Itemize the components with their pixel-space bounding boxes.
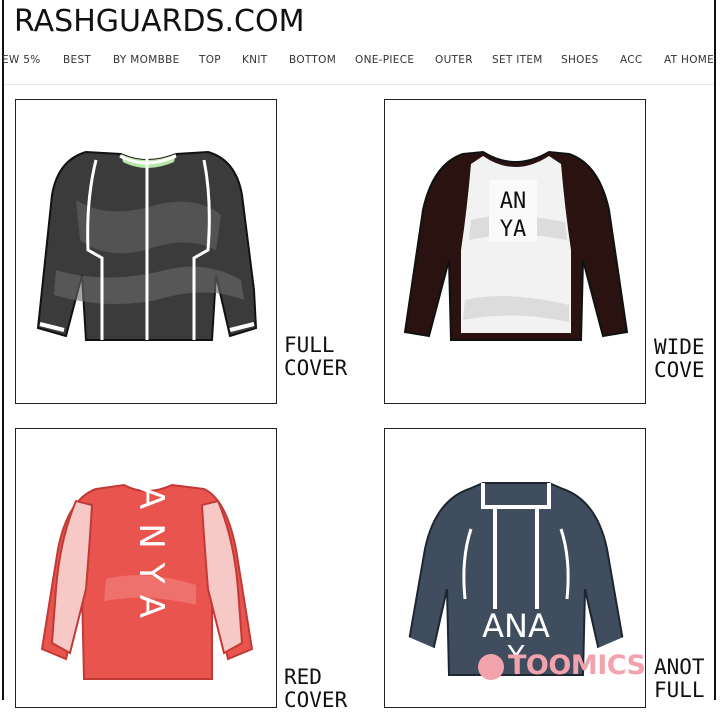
nav-item-one-piece[interactable]: ONE-PIECE [355,54,414,66]
caption-line: ANOT [654,655,705,679]
shirt-print-vertical: ANYA [131,486,171,632]
product-card-full-cover[interactable] [15,99,277,404]
nav-item-shoes[interactable]: SHOES [561,54,599,66]
nav-item-bottom[interactable]: BOTTOM [289,54,336,66]
caption-line: FULL [284,333,335,357]
nav-item-new[interactable]: EW 5% [2,54,41,66]
product-caption-wide-cover: WIDE COVE [654,336,705,382]
nav-item-by-mombbe[interactable]: BY MOMBBE [113,54,180,66]
nav-item-top[interactable]: TOP [199,54,221,66]
caption-line: COVE [654,358,705,382]
category-nav: EW 5% BEST BY MOMBBE TOP KNIT BOTTOM ONE… [0,52,716,72]
rashguard-red-image: ANYA [40,483,254,680]
nav-item-best[interactable]: BEST [63,54,91,66]
product-caption-another-full: ANOT FULL [654,656,705,702]
caption-line: COVER [284,356,348,380]
nav-item-knit[interactable]: KNIT [242,54,267,66]
watermark-text: TOOMICS [508,650,646,681]
product-card-wide-cover[interactable]: AN YA [384,99,646,404]
nav-divider [4,84,714,85]
rashguard-white-image: AN YA [403,150,629,341]
shirt-print-line1: AN [500,189,527,214]
nav-item-at-home[interactable]: AT HOME [664,54,714,66]
nav-item-set-item[interactable]: SET ITEM [492,54,543,66]
caption-line: COVER [284,688,348,712]
nav-item-acc[interactable]: ACC [620,54,643,66]
rashguard-black-image [36,150,258,341]
caption-line: WIDE [654,335,705,359]
caption-line: RED [284,665,322,689]
product-card-red-cover[interactable]: ANYA [15,428,277,708]
site-logo[interactable]: RASHGUARDS.COM [14,4,304,39]
product-caption-full-cover: FULL COVER [284,334,347,380]
product-caption-red-cover: RED COVER [284,666,347,712]
shirt-print-line2: YA [500,217,527,242]
nav-item-outer[interactable]: OUTER [435,54,473,66]
caption-line: FULL [654,678,705,702]
watermark-icon [478,654,504,680]
